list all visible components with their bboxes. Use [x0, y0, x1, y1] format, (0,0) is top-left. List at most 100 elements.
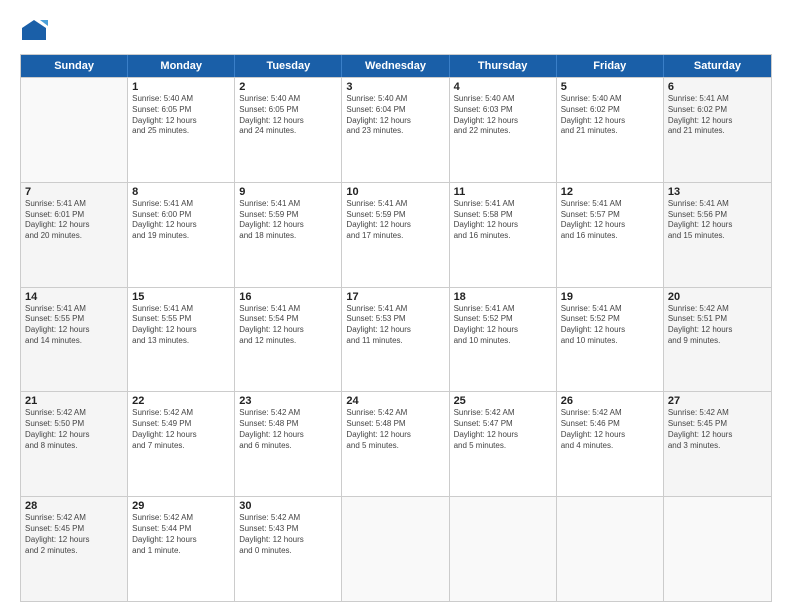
cell-daylight-info: Sunrise: 5:41 AM Sunset: 5:52 PM Dayligh…: [454, 304, 552, 347]
cell-daylight-info: Sunrise: 5:42 AM Sunset: 5:50 PM Dayligh…: [25, 408, 123, 451]
calendar-week: 7Sunrise: 5:41 AM Sunset: 6:01 PM Daylig…: [21, 182, 771, 287]
calendar-cell: 12Sunrise: 5:41 AM Sunset: 5:57 PM Dayli…: [557, 183, 664, 287]
cell-daylight-info: Sunrise: 5:41 AM Sunset: 6:01 PM Dayligh…: [25, 199, 123, 242]
cell-day-number: 29: [132, 500, 230, 512]
cell-day-number: 4: [454, 81, 552, 93]
calendar-cell: 29Sunrise: 5:42 AM Sunset: 5:44 PM Dayli…: [128, 497, 235, 601]
calendar-cell: 21Sunrise: 5:42 AM Sunset: 5:50 PM Dayli…: [21, 392, 128, 496]
calendar-cell: 3Sunrise: 5:40 AM Sunset: 6:04 PM Daylig…: [342, 78, 449, 182]
cell-day-number: 15: [132, 291, 230, 303]
cell-day-number: 22: [132, 395, 230, 407]
cell-day-number: 2: [239, 81, 337, 93]
cell-daylight-info: Sunrise: 5:42 AM Sunset: 5:46 PM Dayligh…: [561, 408, 659, 451]
cell-daylight-info: Sunrise: 5:41 AM Sunset: 5:52 PM Dayligh…: [561, 304, 659, 347]
calendar-cell: 1Sunrise: 5:40 AM Sunset: 6:05 PM Daylig…: [128, 78, 235, 182]
weekday-header: Thursday: [450, 55, 557, 77]
cell-daylight-info: Sunrise: 5:42 AM Sunset: 5:48 PM Dayligh…: [239, 408, 337, 451]
cell-day-number: 30: [239, 500, 337, 512]
calendar-cell: 27Sunrise: 5:42 AM Sunset: 5:45 PM Dayli…: [664, 392, 771, 496]
cell-day-number: 7: [25, 186, 123, 198]
cell-day-number: 24: [346, 395, 444, 407]
cell-daylight-info: Sunrise: 5:41 AM Sunset: 5:54 PM Dayligh…: [239, 304, 337, 347]
calendar-cell: [557, 497, 664, 601]
cell-day-number: 28: [25, 500, 123, 512]
calendar-week: 14 Sunrise: 5:41 AM Sunset: 5:55 PM Dayli…: [21, 287, 771, 392]
cell-daylight-info: Sunrise: 5:42 AM Sunset: 5:45 PM Dayligh…: [25, 513, 123, 556]
cell-daylight-info: Sunrise: 5:41 AM Sunset: 5:56 PM Dayligh…: [668, 199, 767, 242]
calendar-cell: 28Sunrise: 5:42 AM Sunset: 5:45 PM Dayli…: [21, 497, 128, 601]
weekday-header: Tuesday: [235, 55, 342, 77]
cell-daylight-info: Sunrise: 5:40 AM Sunset: 6:05 PM Dayligh…: [132, 94, 230, 137]
page: SundayMondayTuesdayWednesdayThursdayFrid…: [0, 0, 792, 612]
calendar-cell: 25Sunrise: 5:42 AM Sunset: 5:47 PM Dayli…: [450, 392, 557, 496]
weekday-header: Monday: [128, 55, 235, 77]
calendar-cell: 23Sunrise: 5:42 AM Sunset: 5:48 PM Dayli…: [235, 392, 342, 496]
cell-daylight-info: Sunrise: 5:42 AM Sunset: 5:48 PM Dayligh…: [346, 408, 444, 451]
cell-day-number: 13: [668, 186, 767, 198]
cell-daylight-info: Sunrise: 5:42 AM Sunset: 5:51 PM Dayligh…: [668, 304, 767, 347]
calendar-cell: 16Sunrise: 5:41 AM Sunset: 5:54 PM Dayli…: [235, 288, 342, 392]
calendar-cell: 11Sunrise: 5:41 AM Sunset: 5:58 PM Dayli…: [450, 183, 557, 287]
calendar-cell: 26Sunrise: 5:42 AM Sunset: 5:46 PM Dayli…: [557, 392, 664, 496]
cell-daylight-info: Sunrise: 5:42 AM Sunset: 5:43 PM Dayligh…: [239, 513, 337, 556]
calendar-cell: 10Sunrise: 5:41 AM Sunset: 5:59 PM Dayli…: [342, 183, 449, 287]
cell-daylight-info: Sunrise: 5:41 AM Sunset: 5:59 PM Dayligh…: [239, 199, 337, 242]
cell-daylight-info: Sunrise: 5:42 AM Sunset: 5:47 PM Dayligh…: [454, 408, 552, 451]
cell-day-number: 21: [25, 395, 123, 407]
cell-day-number: 14: [25, 291, 123, 303]
calendar-cell: 17Sunrise: 5:41 AM Sunset: 5:53 PM Dayli…: [342, 288, 449, 392]
cell-daylight-info: Sunrise: 5:41 AM Sunset: 6:02 PM Dayligh…: [668, 94, 767, 137]
cell-day-number: 3: [346, 81, 444, 93]
calendar-week: 1Sunrise: 5:40 AM Sunset: 6:05 PM Daylig…: [21, 77, 771, 182]
cell-daylight-info: Sunrise: 5:40 AM Sunset: 6:03 PM Dayligh…: [454, 94, 552, 137]
cell-daylight-info: Sunrise: 5:42 AM Sunset: 5:44 PM Dayligh…: [132, 513, 230, 556]
calendar-cell: [664, 497, 771, 601]
cell-day-number: 11: [454, 186, 552, 198]
cell-daylight-info: Sunrise: 5:41 AM Sunset: 5:57 PM Dayligh…: [561, 199, 659, 242]
calendar-cell: 8Sunrise: 5:41 AM Sunset: 6:00 PM Daylig…: [128, 183, 235, 287]
cell-day-number: 10: [346, 186, 444, 198]
calendar-cell: 9Sunrise: 5:41 AM Sunset: 5:59 PM Daylig…: [235, 183, 342, 287]
calendar-cell: [21, 78, 128, 182]
weekday-header: Wednesday: [342, 55, 449, 77]
weekday-header: Friday: [557, 55, 664, 77]
cell-day-number: 18: [454, 291, 552, 303]
calendar: SundayMondayTuesdayWednesdayThursdayFrid…: [20, 54, 772, 602]
cell-day-number: 17: [346, 291, 444, 303]
calendar-cell: 15Sunrise: 5:41 AM Sunset: 5:55 PM Dayli…: [128, 288, 235, 392]
calendar-cell: 6Sunrise: 5:41 AM Sunset: 6:02 PM Daylig…: [664, 78, 771, 182]
cell-daylight-info: Sunrise: 5:40 AM Sunset: 6:04 PM Dayligh…: [346, 94, 444, 137]
calendar-cell: 13Sunrise: 5:41 AM Sunset: 5:56 PM Dayli…: [664, 183, 771, 287]
header: [20, 18, 772, 46]
calendar-cell: 18Sunrise: 5:41 AM Sunset: 5:52 PM Dayli…: [450, 288, 557, 392]
cell-daylight-info: Sunrise: 5:41 AM Sunset: 5:55 PM Dayligh…: [132, 304, 230, 347]
calendar-cell: [342, 497, 449, 601]
calendar-body: 1Sunrise: 5:40 AM Sunset: 6:05 PM Daylig…: [21, 77, 771, 601]
calendar-cell: 22Sunrise: 5:42 AM Sunset: 5:49 PM Dayli…: [128, 392, 235, 496]
cell-day-number: 23: [239, 395, 337, 407]
calendar-cell: 20Sunrise: 5:42 AM Sunset: 5:51 PM Dayli…: [664, 288, 771, 392]
calendar-cell: 7Sunrise: 5:41 AM Sunset: 6:01 PM Daylig…: [21, 183, 128, 287]
calendar-cell: 2Sunrise: 5:40 AM Sunset: 6:05 PM Daylig…: [235, 78, 342, 182]
calendar-cell: 14Sunrise: 5:41 AM Sunset: 5:55 PM Dayli…: [21, 288, 128, 392]
calendar-cell: [450, 497, 557, 601]
cell-day-number: 6: [668, 81, 767, 93]
cell-day-number: 19: [561, 291, 659, 303]
calendar-header: SundayMondayTuesdayWednesdayThursdayFrid…: [21, 55, 771, 77]
cell-day-number: 27: [668, 395, 767, 407]
cell-day-number: 9: [239, 186, 337, 198]
calendar-week: 28Sunrise: 5:42 AM Sunset: 5:45 PM Dayli…: [21, 496, 771, 601]
cell-day-number: 20: [668, 291, 767, 303]
cell-daylight-info: Sunrise: 5:40 AM Sunset: 6:05 PM Dayligh…: [239, 94, 337, 137]
calendar-cell: 30Sunrise: 5:42 AM Sunset: 5:43 PM Dayli…: [235, 497, 342, 601]
cell-day-number: 8: [132, 186, 230, 198]
calendar-cell: 5Sunrise: 5:40 AM Sunset: 6:02 PM Daylig…: [557, 78, 664, 182]
cell-day-number: 16: [239, 291, 337, 303]
cell-daylight-info: Sunrise: 5:41 AM Sunset: 5:59 PM Dayligh…: [346, 199, 444, 242]
logo: [20, 18, 52, 46]
logo-icon: [20, 18, 48, 46]
cell-daylight-info: Sunrise: 5:41 AM Sunset: 6:00 PM Dayligh…: [132, 199, 230, 242]
cell-day-number: 12: [561, 186, 659, 198]
cell-daylight-info: Sunrise: 5:41 AM Sunset: 5:58 PM Dayligh…: [454, 199, 552, 242]
cell-day-number: 26: [561, 395, 659, 407]
